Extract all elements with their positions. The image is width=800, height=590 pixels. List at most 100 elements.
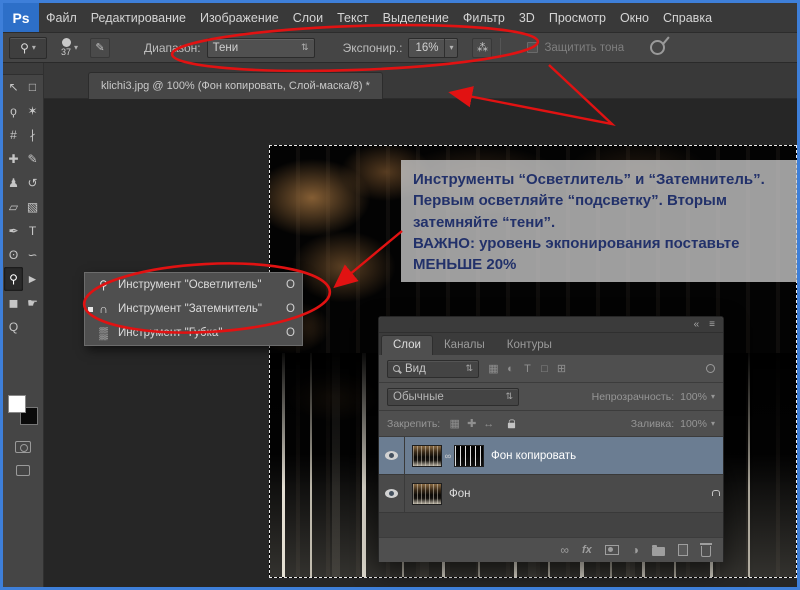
menu-item[interactable]: Просмотр xyxy=(542,3,613,33)
menu-item[interactable]: Окно xyxy=(613,3,656,33)
brush-tool[interactable]: ✎ xyxy=(23,147,42,171)
menu-item[interactable]: Выделение xyxy=(376,3,456,33)
hand-tool[interactable]: ☛ xyxy=(23,291,42,315)
mask-link-icon xyxy=(442,451,454,461)
filter-type-icon[interactable]: □ xyxy=(536,361,553,377)
lock-all-icon[interactable] xyxy=(503,416,520,432)
layer-style-icon[interactable]: fx xyxy=(582,544,592,556)
panel-tab[interactable]: Слои xyxy=(381,335,433,355)
menu-item[interactable]: 3D xyxy=(512,3,542,33)
lasso-tool[interactable]: ϙ xyxy=(4,99,23,123)
zoom-tool[interactable]: Q xyxy=(4,315,23,339)
adjustment-layer-icon[interactable]: ◑ xyxy=(632,543,639,557)
protect-tones-label: Защитить тона xyxy=(544,41,625,54)
annotation-line: МЕНЬШЕ 20% xyxy=(413,256,517,274)
add-mask-icon[interactable] xyxy=(604,545,619,555)
layer-row[interactable]: Фон xyxy=(379,475,723,513)
blend-mode-select[interactable]: Обычные ⇅ xyxy=(387,387,519,406)
crop-tool[interactable]: # xyxy=(4,123,23,147)
dodge-tool[interactable]: ⚲ xyxy=(4,267,23,291)
screen-mode-button[interactable] xyxy=(16,465,30,476)
dodge-tool-flyout: ⚲ Инструмент "Осветлитель" O ∩ Инструмен… xyxy=(84,272,303,346)
brush-tip-icon xyxy=(61,38,71,47)
panel-tab[interactable]: Каналы xyxy=(433,336,496,355)
flyout-item[interactable]: ∩ Инструмент "Затемнитель" O xyxy=(85,297,302,321)
tool-icon: ∽ xyxy=(27,248,38,262)
protect-tones-checkbox[interactable] xyxy=(527,42,539,53)
annotation-line: ВАЖНО: уровень экпонирования поставьте xyxy=(413,234,740,252)
smudge-tool[interactable]: ∽ xyxy=(23,243,42,267)
menu-item[interactable]: Изображение xyxy=(193,3,286,33)
filter-switch-icon[interactable] xyxy=(706,364,715,373)
fill-label: Заливка: xyxy=(630,417,675,430)
pen-tool[interactable]: ✒ xyxy=(4,219,23,243)
layer-mask-thumbnail[interactable] xyxy=(454,444,484,467)
marquee-tool[interactable]: □ xyxy=(23,75,42,99)
layer-filter-select[interactable]: Вид ⇅ xyxy=(387,359,479,378)
layer-name: Фон копировать xyxy=(491,449,577,462)
brush-size-picker[interactable]: 37 ▾ xyxy=(61,38,78,57)
new-layer-icon[interactable] xyxy=(678,544,688,556)
flyout-tool-label: Инструмент "Затемнитель" xyxy=(118,303,262,315)
shape-tool[interactable]: ◼ xyxy=(4,291,23,315)
tool-icon: ✎ xyxy=(27,152,38,166)
menu-item[interactable]: Файл xyxy=(39,3,84,33)
opacity-control[interactable]: 100% ▾ xyxy=(680,391,715,403)
pressure-toggle-icon[interactable] xyxy=(650,40,666,55)
fill-control[interactable]: 100% ▾ xyxy=(680,418,715,430)
new-group-icon[interactable] xyxy=(652,544,665,556)
filter-type-icon[interactable]: T xyxy=(519,361,536,377)
type-tool[interactable]: T xyxy=(23,219,42,243)
eraser-tool[interactable]: ▱ xyxy=(4,195,23,219)
layer-row[interactable]: Фон копировать xyxy=(379,437,723,475)
tool-preset-picker[interactable]: ⚲ ▾ xyxy=(9,36,47,59)
menu-item[interactable]: Справка xyxy=(656,3,719,33)
clone-stamp-tool[interactable]: ♟ xyxy=(4,171,23,195)
visibility-toggle[interactable] xyxy=(379,475,405,512)
lock-option-icon[interactable]: ▦ xyxy=(446,416,463,432)
filter-type-icon[interactable]: ◐ xyxy=(502,361,519,377)
foreground-color-swatch[interactable] xyxy=(8,395,26,413)
quick-selection-tool[interactable]: ✶ xyxy=(23,99,42,123)
tool-icon: ϙ xyxy=(10,104,17,118)
toolbar-header[interactable] xyxy=(3,63,43,75)
filter-row: Вид ⇅ ▦ ◐ T □ ⊞ xyxy=(379,355,723,383)
menu-item[interactable]: Слои xyxy=(286,3,330,33)
tool-icon: ◼ xyxy=(8,296,19,310)
path-selection-tool[interactable]: ► xyxy=(23,267,42,291)
annotation-line: Первым осветляйте “подсветку”. Вторым xyxy=(413,192,727,210)
menu-item[interactable]: Редактирование xyxy=(84,3,193,33)
range-select[interactable]: Тени ⇅ xyxy=(206,37,315,58)
delete-layer-icon[interactable] xyxy=(699,543,712,557)
move-tool[interactable]: ↖ xyxy=(4,75,23,99)
flyout-item[interactable]: ▒ Инструмент "Губка" O xyxy=(85,321,302,345)
layer-thumbnail[interactable] xyxy=(412,482,442,505)
visibility-toggle[interactable] xyxy=(379,437,405,474)
blur-tool[interactable]: ʘ xyxy=(4,243,23,267)
history-brush-tool[interactable]: ↺ xyxy=(23,171,42,195)
lock-option-icon[interactable]: ✚ xyxy=(463,416,480,432)
filter-type-icon[interactable]: ▦ xyxy=(485,361,502,377)
collapse-panel-icon[interactable]: « xyxy=(694,319,700,330)
menu-item[interactable]: Текст xyxy=(330,3,375,33)
airbrush-toggle[interactable]: ⁂ xyxy=(472,37,493,58)
document-title: klichi3.jpg @ 100% (Фон копировать, Слой… xyxy=(101,80,370,92)
flyout-item[interactable]: ⚲ Инструмент "Осветлитель" O xyxy=(85,273,302,297)
lock-option-icon[interactable]: ↔ xyxy=(480,416,497,432)
tool-icon: ▱ xyxy=(8,200,19,214)
layer-thumbnail[interactable] xyxy=(412,444,442,467)
menu-item[interactable]: Фильтр xyxy=(456,3,512,33)
panel-tab[interactable]: Контуры xyxy=(496,336,563,355)
healing-brush-tool[interactable]: ✚ xyxy=(4,147,23,171)
exposure-combo[interactable]: 16% ▾ xyxy=(408,37,459,58)
brush-panel-toggle[interactable]: ✎ xyxy=(90,37,111,58)
document-tab[interactable]: klichi3.jpg @ 100% (Фон копировать, Слой… xyxy=(88,72,383,99)
panel-menu-icon[interactable]: ≡ xyxy=(709,319,715,330)
link-layers-icon[interactable]: ∞ xyxy=(560,543,569,557)
filter-value: Вид xyxy=(405,362,426,375)
chevron-down-icon[interactable]: ▾ xyxy=(444,38,457,57)
quick-mask-button[interactable] xyxy=(15,441,31,453)
eyedropper-tool[interactable]: ∤ xyxy=(23,123,42,147)
gradient-tool[interactable]: ▧ xyxy=(23,195,42,219)
filter-type-icon[interactable]: ⊞ xyxy=(553,361,570,377)
